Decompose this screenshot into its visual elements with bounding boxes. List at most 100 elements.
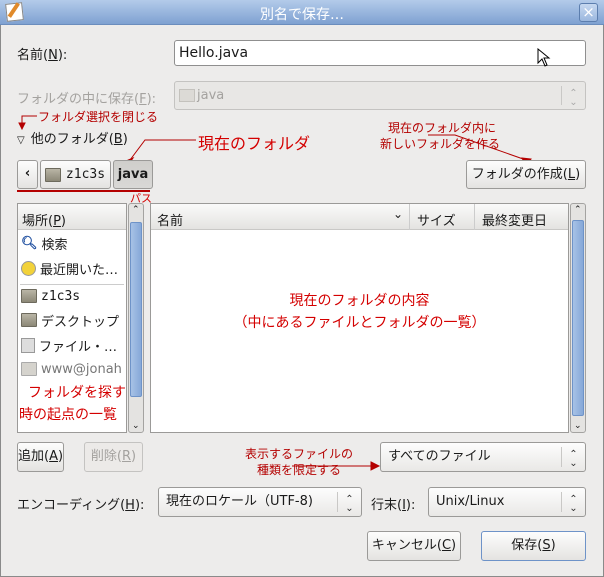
encoding-value: 現在のロケール（UTF-8) bbox=[166, 494, 313, 509]
annotation-new-folder-2: 新しいフォルダを作る bbox=[380, 137, 501, 151]
cancel-button[interactable]: キャンセル(C) bbox=[367, 531, 461, 561]
place-home[interactable]: z1c3s bbox=[21, 285, 80, 307]
path-button-current[interactable]: java bbox=[113, 160, 153, 189]
add-mnemonic: A bbox=[49, 449, 58, 464]
sort-chevron-icon: ⌄ bbox=[393, 207, 404, 221]
places-scrollbar-thumb[interactable] bbox=[130, 222, 142, 397]
column-divider[interactable] bbox=[409, 204, 410, 230]
places-scrollbar[interactable]: ⌃ ⌄ bbox=[128, 203, 144, 433]
column-modified[interactable]: 最終変更日 bbox=[482, 210, 547, 229]
encoding-label: エンコーディング(H): bbox=[17, 494, 144, 513]
cancel-label: キャンセル( bbox=[371, 538, 442, 553]
file-list-pane: 名前 ⌄ サイズ 最終変更日 現在のフォルダの内容 （中にあるファイルとフォルダ… bbox=[150, 203, 569, 433]
expander-mnemonic: B bbox=[113, 132, 123, 147]
create-folder-label: フォルダの作成( bbox=[471, 167, 568, 182]
annotation-places-1: フォルダを探す bbox=[28, 385, 126, 401]
combo-arrows-icon: ⌃ ⌄ bbox=[561, 86, 585, 108]
close-button[interactable]: × bbox=[579, 3, 598, 22]
save-in-label: フォルダの中に保存(F): bbox=[17, 88, 156, 107]
name-label-text: 名前( bbox=[17, 48, 49, 63]
places-header[interactable]: 場所(P) bbox=[18, 204, 126, 230]
path-back-button[interactable]: ‹ bbox=[17, 160, 38, 189]
column-size[interactable]: サイズ bbox=[417, 210, 456, 229]
place-label: 最近開いた… bbox=[40, 262, 119, 278]
save-label: 保存( bbox=[511, 538, 543, 553]
scroll-down-icon: ⌄ bbox=[132, 421, 140, 431]
file-list-scrollbar-thumb[interactable] bbox=[572, 220, 584, 416]
create-folder-label-end: ) bbox=[575, 167, 581, 182]
encoding-label-end: ): bbox=[134, 498, 145, 513]
name-label-end: ): bbox=[57, 48, 68, 63]
recent-icon bbox=[21, 260, 36, 276]
place-label: 検索 bbox=[41, 237, 68, 253]
save-in-label-end: ): bbox=[146, 92, 157, 107]
place-desktop[interactable]: デスクトップ bbox=[21, 309, 119, 331]
encoding-mnemonic: H bbox=[125, 498, 135, 513]
place-network[interactable]: www@jonah bbox=[21, 358, 122, 380]
save-label-end: ) bbox=[550, 538, 556, 553]
places-header-text: 場所( bbox=[22, 214, 54, 229]
remove-label-end: ) bbox=[131, 449, 137, 464]
places-mnemonic: P bbox=[53, 214, 61, 229]
save-in-combo: java ⌃ ⌄ bbox=[174, 81, 586, 110]
place-recent[interactable]: 最近開いた… bbox=[21, 257, 118, 279]
add-label: 追加( bbox=[18, 449, 50, 464]
line-end-label-end: ): bbox=[405, 498, 416, 513]
scroll-down-icon: ⌄ bbox=[574, 421, 582, 431]
column-name[interactable]: 名前 bbox=[157, 210, 183, 229]
annotation-current-folder: 現在のフォルダ bbox=[198, 134, 311, 153]
remove-button[interactable]: 削除(R) bbox=[84, 442, 143, 472]
file-list-header: 名前 ⌄ サイズ 最終変更日 bbox=[151, 204, 568, 230]
remove-label: 削除( bbox=[90, 449, 122, 464]
home-folder-icon bbox=[21, 289, 37, 303]
scroll-up-icon: ⌃ bbox=[132, 205, 140, 215]
encoding-label-text: エンコーディング( bbox=[17, 498, 126, 513]
add-button[interactable]: 追加(A) bbox=[17, 442, 64, 472]
places-header-end: ) bbox=[60, 214, 66, 229]
name-mnemonic: N bbox=[48, 48, 58, 63]
file-filter-combo[interactable]: すべてのファイル ⌃ ⌄ bbox=[380, 442, 586, 472]
path-button-home[interactable]: z1c3s bbox=[40, 160, 111, 189]
network-folder-icon bbox=[21, 362, 37, 376]
cancel-mnemonic: C bbox=[441, 538, 452, 553]
name-label: 名前(N): bbox=[17, 44, 67, 63]
combo-arrows-icon: ⌃ ⌄ bbox=[561, 447, 585, 469]
name-input[interactable]: Hello.java bbox=[174, 40, 586, 66]
place-label: www@jonah bbox=[41, 361, 122, 377]
other-folders-expander[interactable]: ▽ 他のフォルダ(B) bbox=[17, 128, 128, 147]
column-divider[interactable] bbox=[474, 204, 475, 230]
scroll-up-icon: ⌃ bbox=[574, 205, 582, 215]
filesystem-icon bbox=[21, 337, 35, 353]
line-end-combo[interactable]: Unix/Linux ⌃ ⌄ bbox=[428, 487, 586, 517]
home-folder-icon bbox=[45, 168, 61, 182]
file-filter-value: すべてのファイル bbox=[388, 449, 491, 464]
annotation-new-folder-1: 現在のフォルダ内に bbox=[388, 121, 497, 135]
annotation-filter-2: 種類を限定する bbox=[257, 463, 342, 477]
line-end-label: 行末(I): bbox=[371, 494, 415, 513]
create-folder-button[interactable]: フォルダの作成(L) bbox=[466, 160, 586, 189]
places-pane: 場所(P) 🔍︎ 検索 最近開いた… z1c3s デスクトップ ファイル・… ww… bbox=[17, 203, 127, 433]
search-icon: 🔍︎ bbox=[21, 235, 38, 251]
place-filesystem[interactable]: ファイル・… bbox=[21, 334, 117, 356]
encoding-combo[interactable]: 現在のロケール（UTF-8) ⌃ ⌄ bbox=[158, 487, 362, 517]
place-search[interactable]: 🔍︎ 検索 bbox=[21, 232, 68, 254]
cancel-label-end: ) bbox=[451, 538, 457, 553]
annotation-filter-1: 表示するファイルの bbox=[245, 447, 354, 461]
mouse-cursor-icon bbox=[537, 48, 551, 67]
desktop-folder-icon bbox=[21, 313, 37, 327]
save-button[interactable]: 保存(S) bbox=[481, 531, 586, 561]
title-bar[interactable]: 別名で保存… × bbox=[0, 0, 604, 25]
annotation-contents-1: 現在のフォルダの内容 bbox=[289, 293, 430, 309]
folder-icon bbox=[179, 89, 195, 102]
expander-label: 他のフォルダ( bbox=[30, 132, 114, 147]
combo-arrows-icon: ⌃ ⌄ bbox=[561, 492, 585, 514]
expander-label-end: ) bbox=[122, 132, 128, 147]
file-list-scrollbar[interactable]: ⌃ ⌄ bbox=[570, 203, 586, 433]
annotation-places-2: 時の起点の一覧 bbox=[19, 407, 117, 423]
window-title: 別名で保存… bbox=[260, 7, 344, 23]
save-in-label-text: フォルダの中に保存( bbox=[17, 92, 140, 107]
save-in-mnemonic: F bbox=[139, 92, 147, 107]
place-label: デスクトップ bbox=[41, 314, 120, 330]
annotation-contents-2: （中にあるファイルとフォルダの一覧） bbox=[233, 315, 486, 331]
add-label-end: ) bbox=[57, 449, 64, 464]
